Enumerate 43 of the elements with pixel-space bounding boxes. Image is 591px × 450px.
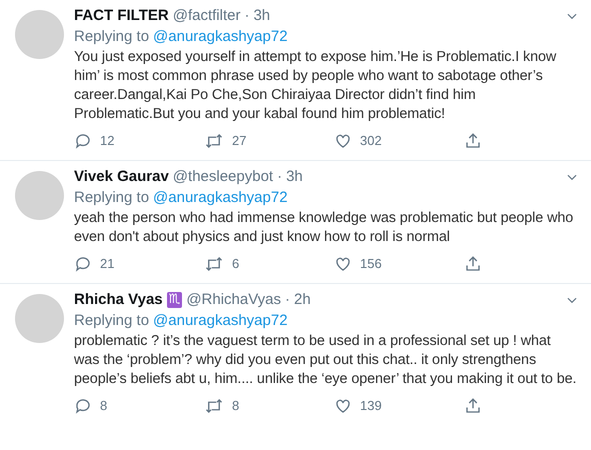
zodiac-badge: ♏: [166, 292, 182, 308]
tweet-text: You just exposed yourself in attempt to expose him.’He is Problematic.I know him’ is most common phrase used by people who want to sabotage other’s career.Dangal,Kai Po Che,Son Chiraiyaa Director didn’t find him Problematic.But you and your kabal found him problematic!: [74, 48, 558, 124]
mention-link[interactable]: @anuragkashyap72: [153, 188, 288, 208]
timestamp[interactable]: 3h: [253, 6, 270, 26]
separator-dot: ·: [285, 290, 290, 310]
tweet-text: yeah the person who had immense knowledge was problematic but people who even don't about physics and just know how to roll is normal: [74, 209, 574, 247]
like-count: 302: [360, 132, 382, 150]
user-handle[interactable]: @RhichaVyas: [186, 290, 282, 310]
timestamp[interactable]: 2h: [294, 290, 311, 310]
separator-dot: ·: [244, 6, 250, 26]
display-name[interactable]: Rhicha Vyas: [74, 290, 163, 310]
reply-icon[interactable]: [74, 397, 92, 415]
reply-icon[interactable]: [74, 132, 92, 150]
user-handle[interactable]: @thesleepybot: [172, 167, 274, 187]
display-name[interactable]: FACT FILTER: [74, 6, 169, 26]
retweet-icon[interactable]: [204, 255, 224, 273]
like-count: 139: [360, 397, 382, 416]
replying-label: Replying to: [74, 188, 150, 208]
heart-icon[interactable]: [334, 255, 352, 273]
retweet-icon[interactable]: [204, 132, 224, 150]
user-handle[interactable]: @factfilter: [172, 6, 240, 26]
reply-count: 8: [100, 397, 108, 416]
reply-count: 21: [100, 255, 114, 274]
share-icon[interactable]: [464, 132, 482, 150]
display-name[interactable]: Vivek Gaurav: [74, 167, 169, 187]
share-icon[interactable]: [464, 255, 482, 273]
timestamp[interactable]: 3h: [286, 167, 303, 187]
mention-link[interactable]: @anuragkashyap72: [153, 311, 288, 331]
separator-dot: ·: [277, 167, 282, 187]
tweet-text: problematic ? it’s the vaguest term to be used in a professional set up ! what was the ‘problem’? why did you even put out this chat.. it only strengthens people’s beliefs abt u, him.... unlike the ‘eye opener’ that you making it out to be.: [74, 332, 578, 389]
retweet-count: 27: [232, 132, 246, 150]
share-icon[interactable]: [464, 397, 482, 415]
reply-count: 12: [100, 132, 114, 150]
heart-icon[interactable]: [334, 397, 352, 415]
mention-link[interactable]: @anuragkashyap72: [153, 27, 288, 47]
reply-icon[interactable]: [74, 255, 92, 273]
replying-label: Replying to: [74, 311, 150, 331]
retweet-count: 8: [232, 397, 240, 416]
like-count: 156: [360, 255, 382, 274]
retweet-count: 6: [232, 255, 240, 274]
retweet-icon[interactable]: [204, 397, 224, 415]
replying-label: Replying to: [74, 27, 150, 47]
heart-icon[interactable]: [334, 132, 352, 150]
